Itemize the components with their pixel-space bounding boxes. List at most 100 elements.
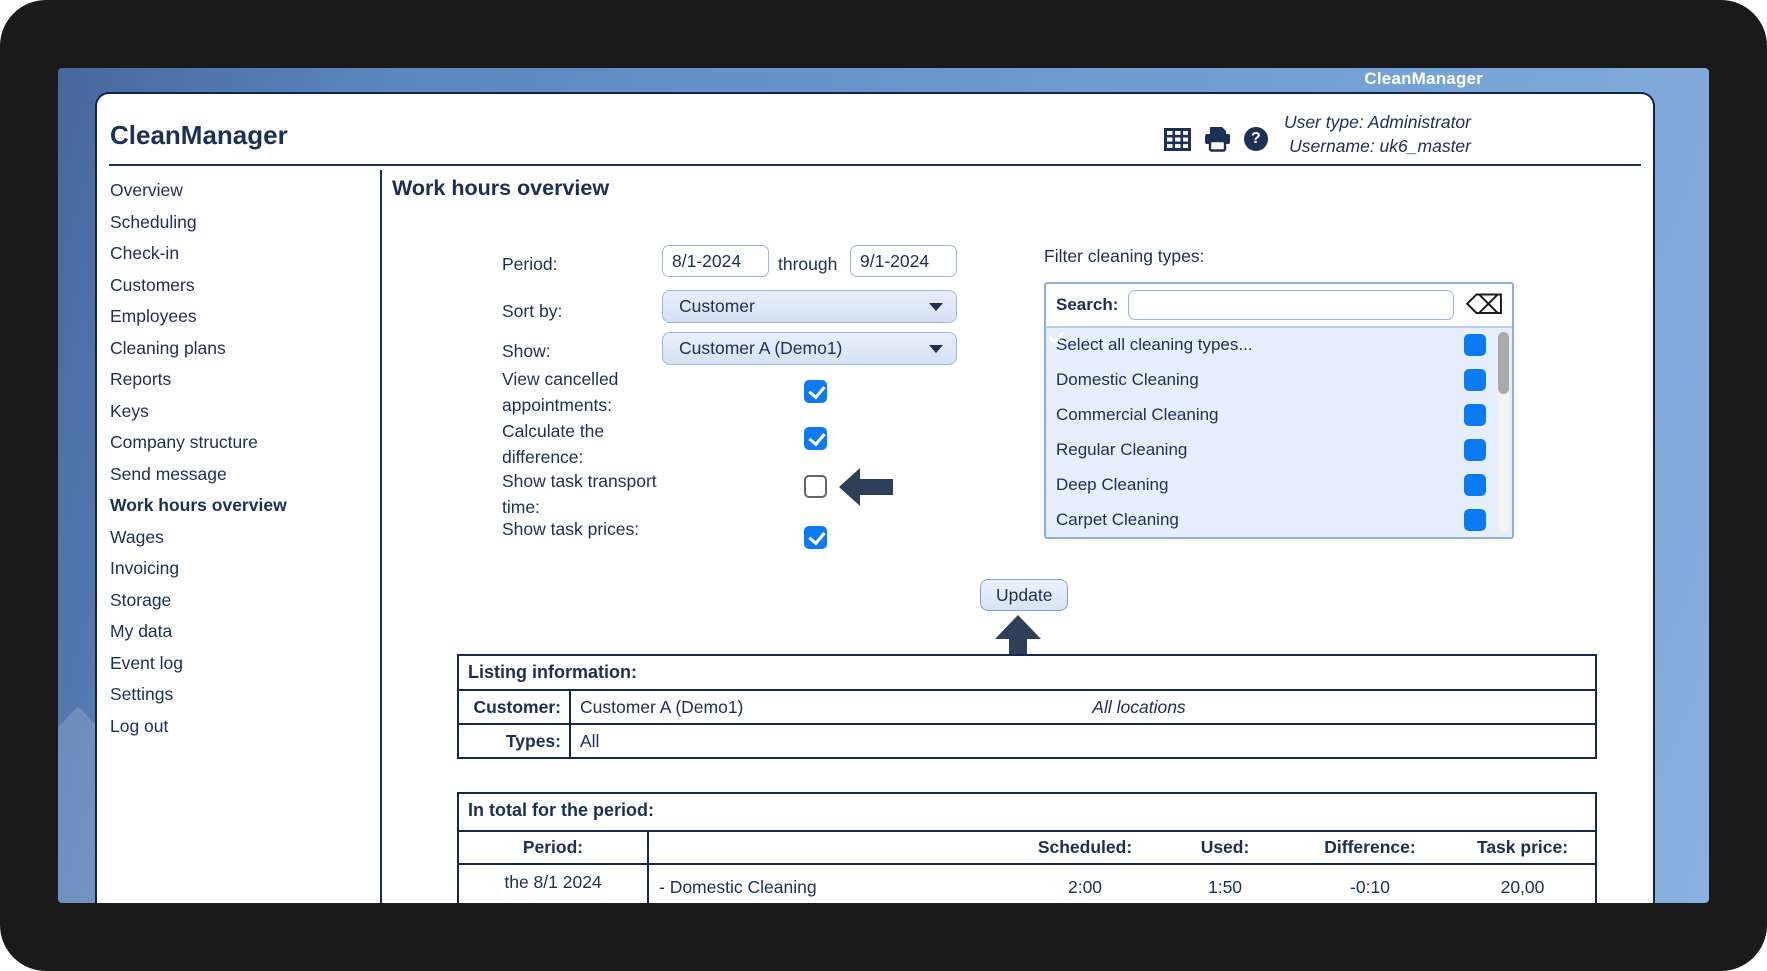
option-label-show-task-prices: Show task prices: bbox=[502, 519, 640, 539]
option-label-calculate-difference: Calculate the difference: bbox=[502, 421, 605, 467]
sidebar-item-send-message[interactable]: Send message bbox=[110, 459, 372, 491]
background-brand-text: CleanManager bbox=[1364, 69, 1483, 88]
sidebar-item-customers[interactable]: Customers bbox=[110, 270, 372, 302]
help-icon[interactable]: ? bbox=[1243, 127, 1268, 151]
header-icons: ? bbox=[1163, 126, 1268, 152]
filter-list-scrollbar[interactable] bbox=[1498, 332, 1509, 533]
sidebar-item-keys[interactable]: Keys bbox=[110, 396, 372, 428]
cell-difference: -0:10 bbox=[1350, 876, 1390, 897]
all-locations-note: All locations bbox=[1092, 696, 1186, 717]
show-value: Customer A (Demo1) bbox=[679, 338, 843, 358]
sidebar-nav: Overview Scheduling Check-in Customers E… bbox=[110, 175, 372, 742]
app-window: CleanManager ? User type: Administrator … bbox=[95, 92, 1655, 903]
user-info: User type: Administrator Username: uk6_m… bbox=[1284, 110, 1471, 158]
print-icon[interactable] bbox=[1204, 126, 1231, 152]
customer-row-label: Customer: bbox=[459, 691, 571, 723]
list-item-deep-cleaning[interactable]: Deep Cleaning bbox=[1046, 467, 1512, 502]
username-text: Username: uk6_master bbox=[1289, 136, 1471, 156]
sidebar-item-overview[interactable]: Overview bbox=[110, 175, 372, 207]
column-header-period: Period: bbox=[459, 832, 649, 863]
list-item-domestic-cleaning[interactable]: Domestic Cleaning bbox=[1046, 363, 1512, 398]
show-task-prices-checkbox[interactable] bbox=[804, 526, 827, 549]
view-cancelled-checkbox[interactable] bbox=[804, 380, 827, 403]
cleaning-types-list: Select all cleaning types... Domestic Cl… bbox=[1046, 328, 1512, 537]
filter-search-row: Search: ⌫ bbox=[1046, 284, 1512, 328]
cell-period: the 8/1 2024 bbox=[459, 865, 649, 903]
listing-customer-row: Customer: Customer A (Demo1) All locatio… bbox=[459, 689, 1595, 723]
page-title: Work hours overview bbox=[392, 176, 610, 200]
header-divider bbox=[109, 164, 1641, 166]
scrollbar-thumb[interactable] bbox=[1498, 332, 1509, 394]
sidebar-divider bbox=[380, 170, 382, 903]
app-logo-title: CleanManager bbox=[110, 120, 288, 150]
commercial-cleaning-checkbox[interactable] bbox=[1464, 404, 1486, 427]
chevron-down-icon bbox=[929, 302, 943, 311]
carpet-cleaning-checkbox[interactable] bbox=[1464, 508, 1486, 531]
option-label-show-transport-time: Show task transport time: bbox=[502, 471, 657, 517]
period-from-input[interactable] bbox=[662, 245, 769, 277]
column-header-difference: Difference: bbox=[1324, 837, 1416, 857]
table-grid-icon[interactable] bbox=[1163, 127, 1191, 151]
cell-description: - Domestic Cleaning bbox=[659, 876, 817, 897]
filter-search-input[interactable] bbox=[1128, 290, 1454, 320]
list-item-carpet-cleaning[interactable]: Carpet Cleaning bbox=[1046, 502, 1512, 537]
sidebar-item-scheduling[interactable]: Scheduling bbox=[110, 207, 372, 239]
option-label-view-cancelled: View cancelled appointments: bbox=[502, 369, 619, 415]
annotation-arrow-left-icon bbox=[839, 468, 893, 506]
sidebar-item-my-data[interactable]: My data bbox=[110, 616, 372, 648]
search-label: Search: bbox=[1056, 295, 1119, 314]
cell-scheduled: 2:00 bbox=[1067, 876, 1103, 897]
types-row-value: All bbox=[580, 730, 600, 751]
types-row-label: Types: bbox=[459, 725, 571, 757]
totals-table: In total for the period: Period: Schedul… bbox=[457, 792, 1597, 903]
cell-task-price: 20,00 bbox=[1500, 876, 1545, 897]
cell-used: 1:50 bbox=[1207, 876, 1243, 897]
calculate-difference-checkbox[interactable] bbox=[804, 427, 827, 450]
update-button[interactable]: Update bbox=[980, 579, 1069, 611]
sidebar-item-log-out[interactable]: Log out bbox=[110, 711, 372, 743]
desktop-background: CleanManager CleanManager ? User type: A… bbox=[58, 68, 1709, 903]
listing-title-row: Listing information: bbox=[459, 656, 1595, 689]
column-header-task-price: Task price: bbox=[1476, 837, 1569, 857]
select-all-checkbox[interactable] bbox=[1464, 334, 1486, 357]
sidebar-item-settings[interactable]: Settings bbox=[110, 679, 372, 711]
sidebar-item-work-hours-overview[interactable]: Work hours overview bbox=[110, 490, 372, 522]
sidebar-item-check-in[interactable]: Check-in bbox=[110, 238, 372, 270]
device-frame: CleanManager CleanManager ? User type: A… bbox=[0, 0, 1767, 971]
list-item-regular-cleaning[interactable]: Regular Cleaning bbox=[1046, 432, 1512, 467]
totals-data-row: the 8/1 2024 - Domestic Cleaning 2:00 1:… bbox=[459, 863, 1595, 903]
totals-title: In total for the period: bbox=[468, 800, 654, 820]
sidebar-item-storage[interactable]: Storage bbox=[110, 585, 372, 617]
sidebar-item-wages[interactable]: Wages bbox=[110, 522, 372, 554]
regular-cleaning-checkbox[interactable] bbox=[1464, 438, 1486, 461]
listing-types-row: Types: All bbox=[459, 723, 1595, 757]
show-transport-time-checkbox[interactable] bbox=[804, 475, 827, 498]
sort-by-select[interactable]: Customer bbox=[662, 290, 957, 323]
show-label: Show: bbox=[502, 341, 551, 361]
period-to-input[interactable] bbox=[850, 245, 957, 277]
listing-information-table: Listing information: Customer: Customer … bbox=[457, 654, 1597, 759]
sidebar-item-company-structure[interactable]: Company structure bbox=[110, 427, 372, 459]
column-header-description bbox=[649, 832, 1010, 863]
show-select[interactable]: Customer A (Demo1) bbox=[662, 332, 957, 365]
header-right-cluster: ? User type: Administrator Username: uk6… bbox=[1163, 110, 1471, 158]
sidebar-item-reports[interactable]: Reports bbox=[110, 364, 372, 396]
column-header-used: Used: bbox=[1200, 837, 1250, 857]
sidebar-item-event-log[interactable]: Event log bbox=[110, 648, 372, 680]
through-label: through bbox=[778, 254, 838, 274]
domestic-cleaning-checkbox[interactable] bbox=[1464, 369, 1486, 392]
totals-header-row: Period: Scheduled: Used: Difference: Tas… bbox=[459, 830, 1595, 863]
clear-search-icon[interactable]: ⌫ bbox=[1464, 292, 1506, 319]
sidebar-item-cleaning-plans[interactable]: Cleaning plans bbox=[110, 333, 372, 365]
list-item-select-all[interactable]: Select all cleaning types... bbox=[1046, 328, 1512, 363]
sort-by-value: Customer bbox=[679, 296, 755, 316]
sort-by-label: Sort by: bbox=[502, 301, 563, 321]
deep-cleaning-checkbox[interactable] bbox=[1464, 473, 1486, 496]
chevron-down-icon bbox=[929, 344, 943, 353]
column-header-scheduled: Scheduled: bbox=[1037, 837, 1133, 857]
totals-title-row: In total for the period: bbox=[459, 794, 1595, 830]
sidebar-item-invoicing[interactable]: Invoicing bbox=[110, 553, 372, 585]
sidebar-item-employees[interactable]: Employees bbox=[110, 301, 372, 333]
filter-cleaning-types-panel: Search: ⌫ Select all cleaning types... D… bbox=[1044, 282, 1514, 539]
list-item-commercial-cleaning[interactable]: Commercial Cleaning bbox=[1046, 398, 1512, 433]
